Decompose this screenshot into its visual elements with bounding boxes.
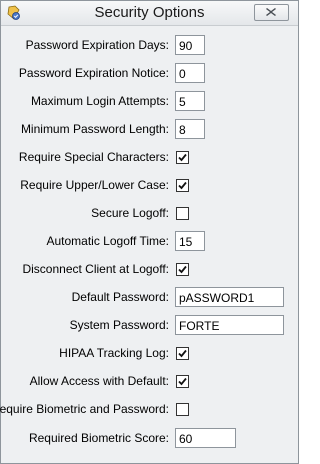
text-field[interactable]: FORTE [175, 315, 284, 335]
checkbox[interactable] [176, 151, 189, 164]
checkmark-icon [178, 349, 187, 358]
text-field[interactable]: 8 [175, 119, 205, 139]
field-label: Required Biometric Score: [28, 431, 169, 445]
field-label: Allow Access with Default: [29, 374, 169, 388]
field-label: Default Password: [71, 290, 169, 304]
text-field[interactable]: 15 [175, 231, 205, 251]
field-label: Require Biometric and Password: [0, 402, 169, 416]
form-row: Disconnect Client at Logoff: [1, 259, 298, 281]
close-icon [266, 8, 276, 16]
checkmark-icon [178, 181, 187, 190]
text-field[interactable]: 5 [175, 91, 205, 111]
checkbox[interactable] [176, 403, 189, 416]
form-row: System Password: FORTE [1, 315, 298, 337]
field-label: Minimum Password Length: [20, 122, 169, 136]
form-row: Secure Logoff: [1, 203, 298, 225]
checkbox[interactable] [176, 347, 189, 360]
form-row: Allow Access with Default: [1, 371, 298, 393]
field-label: Secure Logoff: [91, 206, 169, 220]
checkmark-icon [178, 377, 187, 386]
field-label: Require Upper/Lower Case: [20, 178, 169, 192]
field-label: Automatic Logoff Time: [46, 234, 169, 248]
checkbox[interactable] [176, 207, 189, 220]
field-label: Password Expiration Days: [25, 38, 169, 52]
text-field[interactable]: 90 [175, 35, 205, 55]
form-row: HIPAA Tracking Log: [1, 343, 298, 365]
checkmark-icon [178, 153, 187, 162]
form-row: Require Biometric and Password: [0, 399, 298, 421]
text-field[interactable]: 0 [175, 63, 205, 83]
close-button[interactable] [254, 4, 289, 21]
field-label: Maximum Login Attempts: [30, 94, 169, 108]
checkbox[interactable] [176, 263, 189, 276]
text-field[interactable]: pASSWORD1 [175, 287, 284, 307]
form-row: Required Biometric Score: 60 [1, 428, 298, 450]
checkbox[interactable] [176, 375, 189, 388]
form-row: Maximum Login Attempts: 5 [1, 91, 298, 113]
field-label: Disconnect Client at Logoff: [22, 262, 169, 276]
form-row: Require Upper/Lower Case: [1, 175, 298, 197]
text-field[interactable]: 60 [175, 428, 236, 448]
form-row: Minimum Password Length: 8 [1, 119, 298, 141]
checkmark-icon [178, 265, 187, 274]
security-options-window: Security Options Password Expiration Day… [0, 0, 299, 464]
checkbox[interactable] [176, 179, 189, 192]
form-row: Password Expiration Notice: 0 [1, 63, 298, 85]
form-row: Default Password: pASSWORD1 [1, 287, 298, 309]
form-row: Require Special Characters: [1, 147, 298, 169]
field-label: HIPAA Tracking Log: [59, 346, 169, 360]
field-label: Password Expiration Notice: [18, 66, 169, 80]
form-row: Password Expiration Days: 90 [1, 35, 298, 57]
title-bar: Security Options [1, 1, 298, 26]
form-row: Automatic Logoff Time: 15 [1, 231, 298, 253]
field-label: System Password: [69, 318, 169, 332]
field-label: Require Special Characters: [18, 150, 169, 164]
form-content: Password Expiration Days: 90 Password Expi… [0, 26, 298, 463]
